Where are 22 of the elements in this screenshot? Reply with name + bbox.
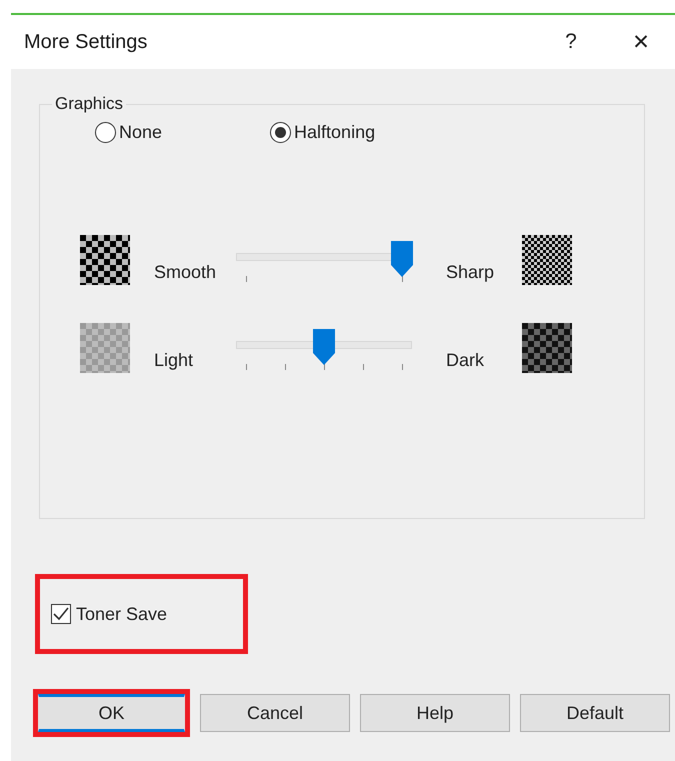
dialog-button[interactable]: Cancel: [200, 694, 350, 732]
pattern-swatch-icon: [80, 323, 130, 373]
pattern-swatch-icon: [522, 323, 572, 373]
slider-label: Smooth: [154, 262, 216, 284]
dialog-button[interactable]: Help: [360, 694, 510, 732]
help-button[interactable]: ?: [551, 30, 591, 54]
dialog-button[interactable]: OK: [38, 694, 185, 732]
slider-thumb[interactable]: [391, 241, 413, 277]
group-title: Graphics: [54, 94, 124, 114]
slider-label: Sharp: [446, 262, 496, 284]
pattern-swatch-icon: [80, 235, 130, 285]
radio-option[interactable]: None: [95, 122, 162, 143]
slider-label: Dark: [446, 350, 486, 372]
slider-thumb[interactable]: [313, 329, 335, 365]
pattern-swatch-icon: [522, 235, 572, 285]
close-button[interactable]: ✕: [621, 30, 661, 54]
radio-option[interactable]: Halftoning: [270, 122, 376, 143]
toner-save-checkbox[interactable]: Toner Save: [51, 604, 168, 624]
window-title: More Settings: [24, 30, 148, 54]
slider-label: Light: [154, 350, 194, 372]
check-icon: [53, 607, 69, 621]
dialog-button[interactable]: Default: [520, 694, 670, 732]
